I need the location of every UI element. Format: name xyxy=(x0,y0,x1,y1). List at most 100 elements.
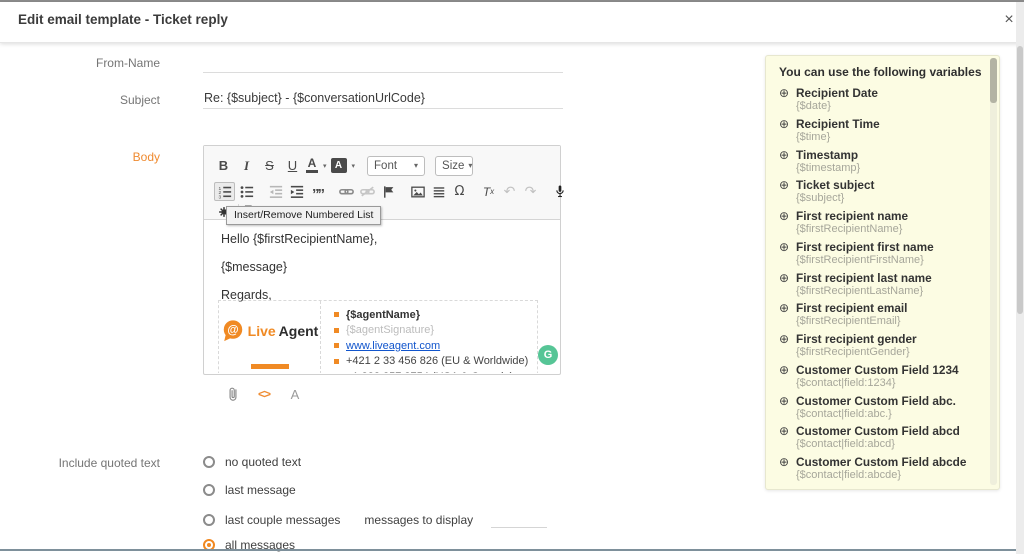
unlink-icon[interactable] xyxy=(358,183,377,200)
variable-item-first-recipient-email[interactable]: ⊕ First recipient email {$firstRecipientE… xyxy=(779,301,981,331)
radio-option-last-message[interactable]: last message xyxy=(203,483,296,497)
messages-to-display-label: messages to display xyxy=(364,512,474,527)
logo-text-agent: Agent xyxy=(278,322,319,339)
variable-item-recipient-date[interactable]: ⊕ Recipient Date {$date} xyxy=(779,86,981,116)
signature-line: {$agentSignature} xyxy=(334,323,537,339)
variables-scrollbar-thumb[interactable] xyxy=(990,58,997,103)
strikethrough-button[interactable]: S xyxy=(260,157,279,174)
variable-item-custom-field-abcd[interactable]: ⊕ Customer Custom Field abcd {$contact|fi… xyxy=(779,424,981,454)
insert-variable-icon[interactable]: ⊕ xyxy=(779,455,796,485)
signature-line: {$agentName} xyxy=(334,307,537,323)
font-caret-icon: ▾ xyxy=(414,161,419,170)
bold-button[interactable]: B xyxy=(214,157,233,174)
special-char-icon[interactable]: Ω xyxy=(450,183,469,200)
signature-logo-cell: @ Live Agent xyxy=(219,301,321,373)
body-label: Body xyxy=(132,150,160,164)
insert-variable-icon[interactable]: ⊕ xyxy=(779,240,796,270)
anchor-flag-icon[interactable] xyxy=(379,183,398,200)
numbered-list-icon[interactable]: 123 xyxy=(214,182,235,201)
subject-label: Subject xyxy=(119,93,160,107)
italic-button[interactable]: I xyxy=(237,157,256,174)
insert-variable-icon[interactable]: ⊕ xyxy=(779,117,796,147)
radio-icon[interactable] xyxy=(203,513,215,526)
insert-variable-icon[interactable]: ⊕ xyxy=(779,209,796,239)
toolbar-tooltip: Insert/Remove Numbered List xyxy=(226,206,382,225)
variable-item-custom-field-1234[interactable]: ⊕ Customer Custom Field 1234 {$contact|fi… xyxy=(779,363,981,393)
insert-variable-icon[interactable]: ⊕ xyxy=(779,178,796,208)
remove-format-icon[interactable]: Tx xyxy=(479,183,498,200)
insert-variable-icon[interactable]: ⊕ xyxy=(779,363,796,393)
radio-icon[interactable] xyxy=(203,456,215,468)
variables-scrollbar[interactable] xyxy=(990,58,997,485)
signature-line: +421 2 33 456 826 (EU & Worldwide) xyxy=(334,354,537,370)
insert-variable-icon[interactable]: ⊕ xyxy=(779,301,796,331)
signature-table: @ Live Agent {$agentName} {$agentSignatur… xyxy=(218,300,538,373)
variable-item-first-recipient-gender[interactable]: ⊕ First recipient gender {$firstRecipient… xyxy=(779,332,981,362)
microphone-icon[interactable] xyxy=(550,183,569,200)
outdent-icon[interactable] xyxy=(266,183,285,200)
from-name-input[interactable] xyxy=(203,52,563,73)
insert-variable-icon[interactable]: ⊕ xyxy=(779,394,796,424)
body-editor[interactable]: B I S U A ▾ A ▾ Font ▾ Size ▾ 123 ”” Ω T… xyxy=(203,145,564,375)
insert-variable-icon[interactable]: ⊕ xyxy=(779,271,796,301)
page-scrollbar-thumb[interactable] xyxy=(1017,46,1023,314)
variables-panel: You can use the following variables ⊕ Re… xyxy=(765,55,1000,490)
indent-icon[interactable] xyxy=(287,183,306,200)
variable-item-custom-field-abc[interactable]: ⊕ Customer Custom Field abc. {$contact|fi… xyxy=(779,394,981,424)
size-caret-icon: ▾ xyxy=(468,161,473,170)
variable-item-ticket-subject[interactable]: ⊕ Ticket subject {$subject} xyxy=(779,178,981,208)
variable-item-first-recipient-last-name[interactable]: ⊕ First recipient last name {$firstRecipi… xyxy=(779,271,981,301)
underline-button[interactable]: U xyxy=(283,157,302,174)
code-view-icon[interactable]: <> xyxy=(255,385,273,403)
bulleted-list-icon[interactable] xyxy=(237,183,256,200)
radio-option-last-couple-messages[interactable]: last couple messages messages to display xyxy=(203,511,548,528)
svg-text:3: 3 xyxy=(218,194,221,198)
window-bottom-edge xyxy=(0,549,1016,551)
radio-option-no-quoted-text[interactable]: no quoted text xyxy=(203,455,301,469)
liveagent-bubble-icon: @ xyxy=(223,320,242,342)
redo-icon[interactable]: ↷ xyxy=(521,183,540,200)
insert-variable-icon[interactable]: ⊕ xyxy=(779,86,796,116)
insert-variable-icon[interactable]: ⊕ xyxy=(779,332,796,362)
variable-item-first-recipient-first-name[interactable]: ⊕ First recipient first name {$firstRecip… xyxy=(779,240,981,270)
text-color-caret-icon[interactable]: ▾ xyxy=(323,162,327,170)
radio-icon[interactable] xyxy=(203,484,215,496)
variable-item-first-recipient-name[interactable]: ⊕ First recipient name {$firstRecipientNa… xyxy=(779,209,981,239)
insert-variable-icon[interactable]: ⊕ xyxy=(779,424,796,454)
font-dropdown[interactable]: Font ▾ xyxy=(367,155,426,176)
insert-variable-icon[interactable]: ⊕ xyxy=(779,148,796,178)
messages-to-display-input[interactable] xyxy=(491,511,548,528)
editor-footer-actions: <> A xyxy=(224,385,304,403)
liveagent-link[interactable]: www.liveagent.com xyxy=(346,340,440,352)
variable-item-custom-field-abcde[interactable]: ⊕ Customer Custom Field abcde {$contact|f… xyxy=(779,455,981,485)
text-color-bar xyxy=(306,170,318,173)
editor-content[interactable]: Hello {$firstRecipientName}, {$message} … xyxy=(204,220,560,373)
logo-text-live: Live xyxy=(247,322,276,339)
signature-details-cell: {$agentName} {$agentSignature} www.livea… xyxy=(321,301,537,373)
link-icon[interactable] xyxy=(337,183,356,200)
body-line-message: {$message} xyxy=(221,260,288,274)
background-color-button[interactable]: A xyxy=(330,158,347,173)
variable-item-recipient-time[interactable]: ⊕ Recipient Time {$time} xyxy=(779,117,981,147)
text-color-button[interactable]: A xyxy=(306,157,318,173)
undo-icon[interactable]: ↶ xyxy=(500,183,519,200)
size-dropdown[interactable]: Size ▾ xyxy=(435,155,474,176)
text-format-icon[interactable]: A xyxy=(286,385,304,403)
bullet-square-icon xyxy=(334,312,339,318)
grammarly-icon[interactable]: G xyxy=(538,345,558,365)
image-icon[interactable] xyxy=(408,183,427,200)
attachment-icon[interactable] xyxy=(224,385,242,403)
blockquote-icon[interactable]: ”” xyxy=(308,180,327,203)
dialog-title: Edit email template - Ticket reply xyxy=(18,12,228,27)
logo-underline-bar xyxy=(250,364,289,369)
from-name-label: From-Name xyxy=(95,56,160,70)
background-color-caret-icon[interactable]: ▾ xyxy=(352,162,356,170)
horizontal-lines-icon[interactable] xyxy=(429,183,448,200)
subject-input[interactable] xyxy=(203,88,563,109)
variable-item-timestamp[interactable]: ⊕ Timestamp {$timestamp} xyxy=(779,148,981,178)
bullet-square-icon xyxy=(334,358,339,364)
signature-line: +1 888 257 8754 (USA & Canada) xyxy=(334,369,537,373)
signature-line: www.liveagent.com xyxy=(334,338,537,354)
bullet-square-icon xyxy=(334,327,339,333)
variables-panel-title: You can use the following variables xyxy=(779,65,982,79)
